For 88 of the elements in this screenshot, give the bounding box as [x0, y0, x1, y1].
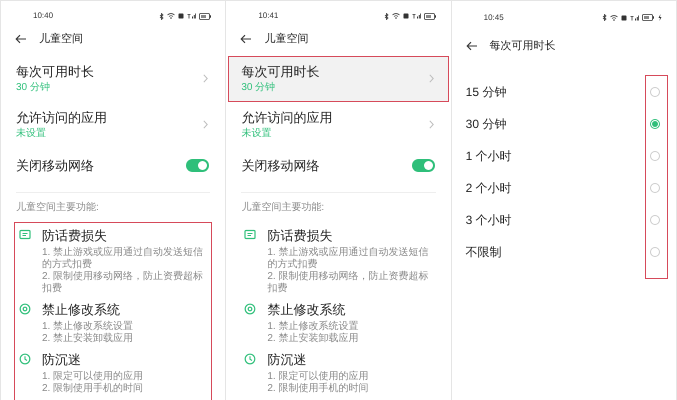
section-label: 儿童空间主要功能:: [240, 202, 326, 214]
item-label: 允许访问的应用: [241, 109, 332, 126]
radio-button[interactable]: [650, 119, 660, 129]
toggle-label: 关闭移动网络: [16, 156, 94, 175]
option-row[interactable]: 3 个小时: [452, 204, 676, 236]
chevron-right-icon: [428, 74, 434, 83]
feature-description: 1. 限定可以使用的应用: [267, 370, 368, 382]
item-value: 未设置: [16, 128, 47, 140]
feature-description: 1. 禁止修改系统设置: [267, 320, 358, 332]
item-value: 未设置: [241, 128, 272, 140]
option-label: 不限制: [466, 244, 502, 261]
option-row[interactable]: 30 分钟: [452, 108, 676, 140]
chevron-right-icon: [428, 120, 434, 129]
feature-description: 2. 禁止安装卸载应用: [267, 332, 358, 344]
option-label: 2 个小时: [466, 180, 512, 197]
item-value: 30 分钟: [241, 82, 276, 94]
status-time: 10:40: [33, 10, 54, 22]
message-icon: [19, 228, 31, 240]
page-title: 儿童空间: [264, 32, 308, 47]
status-time: 10:45: [484, 12, 504, 24]
radio-button[interactable]: [650, 215, 660, 225]
option-row[interactable]: 1 个小时: [452, 140, 676, 172]
feature-description: 2. 禁止安装卸载应用: [42, 332, 134, 344]
feature-description: 2. 限制使用移动网络，防止资费超标扣费: [267, 270, 430, 294]
signal-icon: [412, 13, 422, 19]
page-title: 儿童空间: [39, 32, 83, 47]
back-arrow-icon[interactable]: [240, 34, 252, 44]
battery-icon: [198, 12, 212, 20]
bluetooth-icon: [158, 12, 164, 20]
feature-title: 防沉迷: [42, 350, 82, 368]
feature-description: 2. 限制使用手机的时间: [42, 382, 144, 394]
feature-description: 1. 禁止游戏或应用通过自动发送短信的方式扣费: [42, 246, 204, 270]
option-label: 30 分钟: [466, 116, 506, 133]
signal-icon: [186, 13, 196, 19]
feature-description: 1. 限定可以使用的应用: [42, 370, 144, 382]
wifi-icon: [610, 14, 618, 20]
clock-icon: [244, 352, 256, 364]
network-toggle[interactable]: [412, 159, 435, 172]
nfc-icon: [178, 13, 184, 19]
toggle-label: 关闭移动网络: [241, 156, 320, 175]
network-toggle[interactable]: [186, 159, 210, 172]
battery-icon: [642, 14, 655, 21]
back-arrow-icon[interactable]: [466, 41, 478, 51]
radio-button[interactable]: [650, 183, 660, 193]
item-label: 每次可用时长: [241, 63, 320, 80]
bluetooth-icon: [602, 14, 608, 21]
nfc-icon: [621, 14, 628, 20]
settings-item[interactable]: 允许访问的应用 未设置: [228, 102, 449, 148]
feature-description: 2. 限制使用手机的时间: [267, 382, 368, 394]
option-label: 3 个小时: [466, 212, 512, 229]
battery-icon: [424, 12, 437, 20]
feature-title: 防话费损失: [267, 226, 334, 244]
feature-title: 防话费损失: [42, 226, 108, 244]
section-label: 儿童空间主要功能:: [15, 202, 100, 214]
feature-title: 禁止修改系统: [267, 300, 346, 318]
option-label: 1 个小时: [466, 148, 512, 165]
item-label: 允许访问的应用: [16, 109, 107, 126]
radio-button[interactable]: [650, 247, 660, 257]
chevron-right-icon: [203, 74, 208, 83]
feature-title: 禁止修改系统: [42, 300, 121, 318]
settings-item[interactable]: 每次可用时长 30 分钟: [3, 56, 224, 102]
feature-description: 1. 禁止游戏或应用通过自动发送短信的方式扣费: [267, 246, 430, 270]
option-row[interactable]: 不限制: [452, 236, 676, 268]
settings-item[interactable]: 允许访问的应用 未设置: [3, 102, 224, 148]
radio-button[interactable]: [650, 87, 660, 97]
message-icon: [244, 228, 256, 240]
status-time: 10:41: [258, 10, 278, 22]
bluetooth-icon: [384, 12, 390, 20]
target-icon: [244, 302, 256, 314]
option-label: 15 分钟: [466, 84, 506, 101]
option-row[interactable]: 2 个小时: [452, 172, 676, 204]
option-row[interactable]: 15 分钟: [452, 76, 676, 108]
target-icon: [19, 302, 31, 314]
nfc-icon: [403, 13, 410, 19]
radio-button[interactable]: [650, 151, 660, 161]
back-arrow-icon[interactable]: [15, 34, 27, 44]
item-value: 30 分钟: [16, 82, 51, 94]
feature-description: 2. 限制使用移动网络，防止资费超标扣费: [42, 270, 204, 294]
wifi-icon: [166, 13, 175, 19]
item-label: 每次可用时长: [16, 63, 94, 80]
signal-icon: [630, 14, 640, 20]
settings-item[interactable]: 每次可用时长 30 分钟: [228, 56, 449, 102]
feature-title: 防沉迷: [267, 350, 308, 368]
clock-icon: [19, 352, 31, 364]
feature-description: 1. 禁止修改系统设置: [42, 320, 134, 332]
wifi-icon: [392, 13, 400, 19]
page-title: 每次可用时长: [490, 38, 556, 54]
chevron-right-icon: [203, 120, 208, 129]
